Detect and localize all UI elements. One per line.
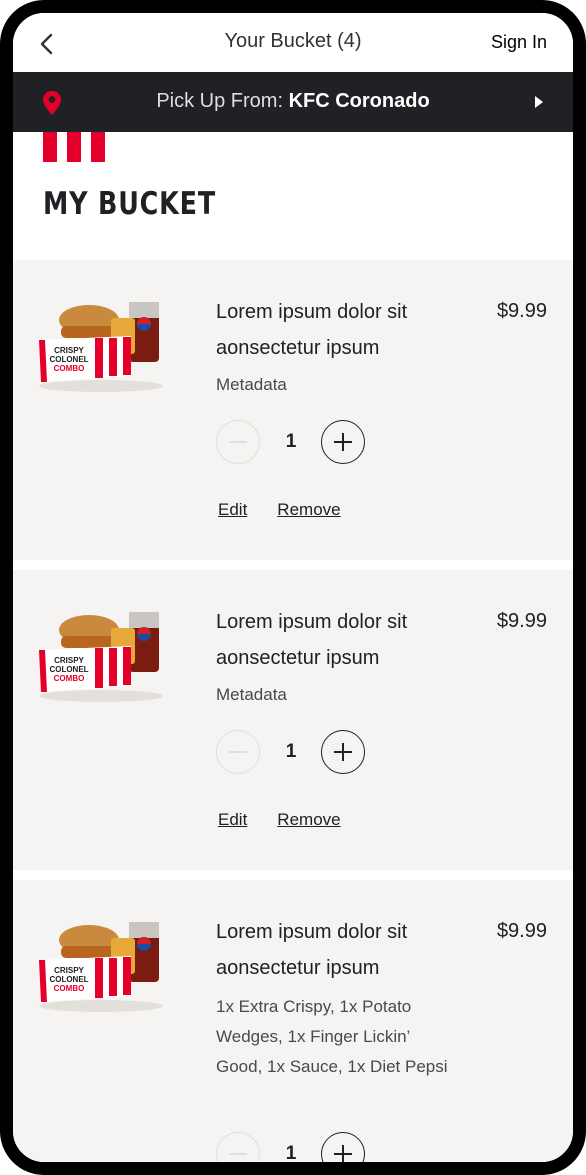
pickup-location-bar[interactable]: Pick Up From: KFC Coronado (13, 72, 573, 132)
image-text-line: COMBO (54, 674, 85, 683)
pickup-label: Pick Up From: (156, 90, 289, 112)
quantity-value: 1 (285, 741, 297, 762)
image-text-line: CRISPY (54, 966, 84, 975)
item-meta: Metadata (216, 375, 287, 394)
bucket-item: CRISPY COLONEL COMBO Lorem ipsum dolor s… (13, 880, 573, 1164)
item-actions: Edit Remove (218, 500, 371, 520)
image-text-line: COLONEL (49, 975, 88, 984)
quantity-stepper: 1 (216, 730, 416, 776)
top-bar: Your Bucket (4) Sign In (13, 13, 573, 72)
item-price: $9.99 (496, 300, 547, 322)
screen: Your Bucket (4) Sign In Pick Up From: KF… (13, 13, 573, 1162)
bucket-item: CRISPY COLONEL COMBO Lorem ipsum dolor s… (13, 570, 573, 870)
item-image: CRISPY COLONEL COMBO (33, 916, 169, 1016)
item-meta: Metadata (216, 685, 287, 704)
decrease-quantity-button[interactable] (216, 420, 260, 464)
item-price: $9.99 (496, 610, 547, 632)
image-text-line: COMBO (54, 984, 85, 993)
item-image: CRISPY COLONEL COMBO (33, 296, 169, 396)
increase-quantity-button[interactable] (321, 1132, 365, 1162)
caret-right-icon (533, 94, 545, 110)
quantity-stepper: 1 (216, 1132, 416, 1164)
item-name: Lorem ipsum dolor sit aonsectetur ipsum (216, 301, 408, 359)
quantity-value: 1 (285, 1143, 297, 1164)
kfc-stripes-logo (43, 132, 105, 162)
item-meta: 1x Extra Crispy, 1x Potato Wedges, 1x Fi… (216, 997, 448, 1076)
item-actions: Edit Remove (218, 810, 371, 830)
image-text-line: CRISPY (54, 346, 84, 355)
item-image: CRISPY COLONEL COMBO (33, 606, 169, 706)
remove-link[interactable]: Remove (277, 500, 340, 519)
increase-quantity-button[interactable] (321, 420, 365, 464)
image-text-line: CRISPY (54, 656, 84, 665)
decrease-quantity-button[interactable] (216, 1132, 260, 1162)
increase-quantity-button[interactable] (321, 730, 365, 774)
bucket-title-section: MY BUCKET (13, 132, 573, 260)
phone-frame: Your Bucket (4) Sign In Pick Up From: KF… (0, 0, 586, 1175)
image-text-line: COLONEL (49, 665, 88, 674)
remove-link[interactable]: Remove (277, 810, 340, 829)
image-text-line: COLONEL (49, 355, 88, 364)
image-text-line: COMBO (54, 364, 85, 373)
quantity-stepper: 1 (216, 420, 416, 466)
item-name: Lorem ipsum dolor sit aonsectetur ipsum (216, 611, 408, 669)
edit-link[interactable]: Edit (218, 810, 247, 829)
quantity-value: 1 (285, 431, 297, 452)
section-title: MY BUCKET (43, 186, 217, 222)
pickup-text: Pick Up From: KFC Coronado (13, 90, 573, 113)
page-title: Your Bucket (4) (224, 30, 362, 52)
pickup-store-name: KFC Coronado (288, 90, 430, 112)
decrease-quantity-button[interactable] (216, 730, 260, 774)
item-price: $9.99 (496, 920, 547, 942)
item-name: Lorem ipsum dolor sit aonsectetur ipsum (216, 921, 408, 979)
bucket-item: CRISPY COLONEL COMBO Lorem ipsum dolor s… (13, 260, 573, 560)
edit-link[interactable]: Edit (218, 500, 247, 519)
sign-in-link[interactable]: Sign In (491, 32, 547, 53)
